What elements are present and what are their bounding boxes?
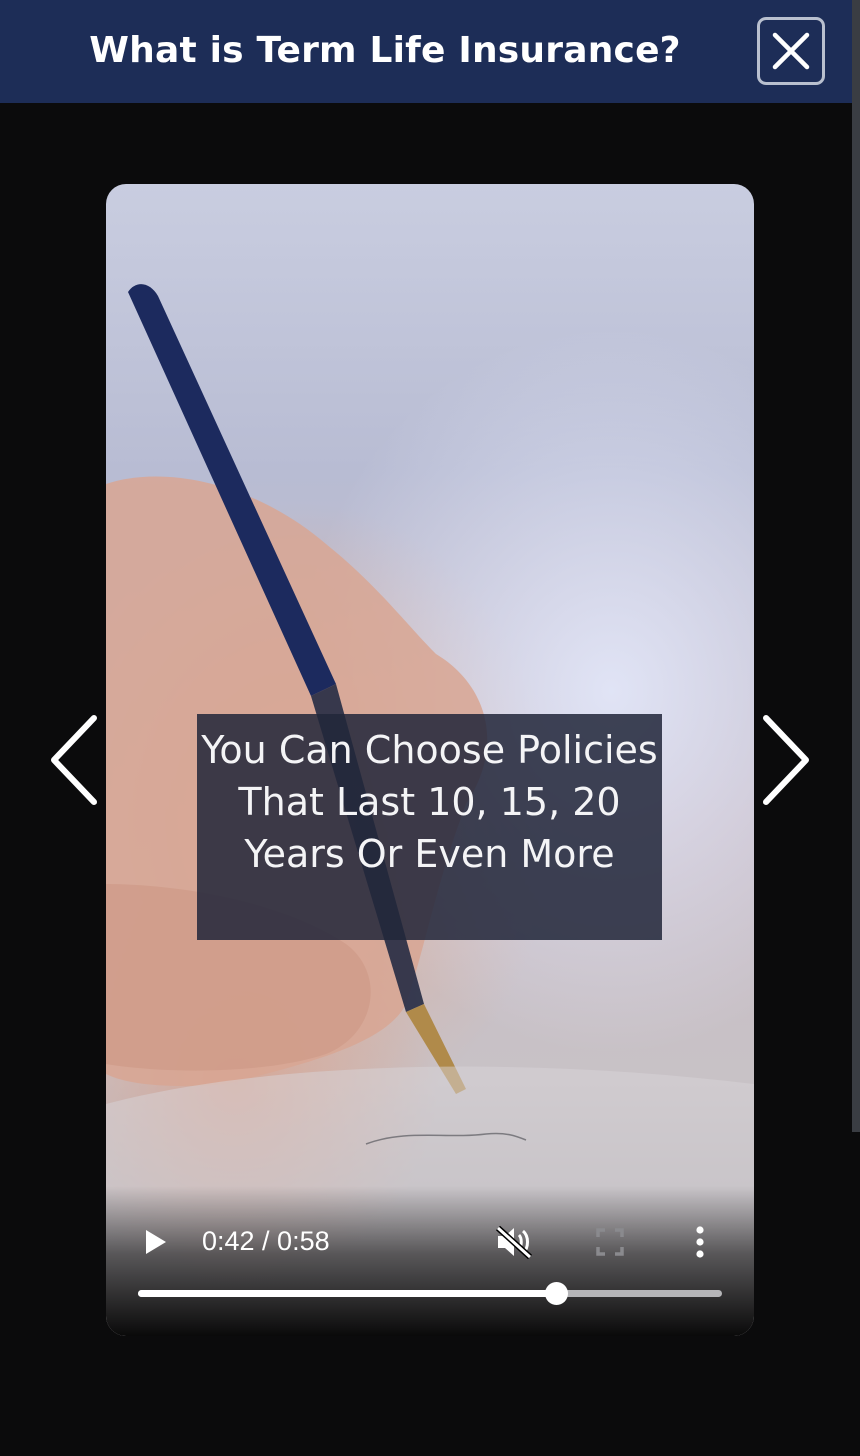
more-vert-icon xyxy=(696,1226,704,1258)
progress-thumb[interactable] xyxy=(545,1282,569,1305)
modal-header: What is Term Life Insurance? xyxy=(0,0,852,103)
more-options-button[interactable] xyxy=(694,1226,706,1258)
chevron-right-icon xyxy=(763,715,809,805)
page-scrollbar[interactable] xyxy=(852,0,860,1132)
modal-title: What is Term Life Insurance? xyxy=(89,30,681,71)
video-controls: 0:42 / 0:58 xyxy=(106,1186,754,1336)
play-button[interactable] xyxy=(142,1228,168,1256)
fullscreen-icon xyxy=(596,1228,624,1256)
volume-muted-icon xyxy=(495,1225,533,1260)
progress-bar[interactable] xyxy=(138,1282,722,1305)
play-icon xyxy=(146,1230,166,1254)
close-button[interactable] xyxy=(757,17,825,85)
previous-video-button[interactable] xyxy=(46,712,100,808)
video-player[interactable]: You Can Choose Policies That Last 10, 15… xyxy=(106,184,754,1336)
next-video-button[interactable] xyxy=(758,712,812,808)
fullscreen-button[interactable] xyxy=(596,1228,624,1256)
mute-button[interactable] xyxy=(494,1224,534,1260)
close-icon xyxy=(772,32,810,70)
video-caption: You Can Choose Policies That Last 10, 15… xyxy=(197,714,662,940)
progress-fill xyxy=(138,1290,557,1297)
time-display: 0:42 / 0:58 xyxy=(202,1226,330,1256)
chevron-left-icon xyxy=(51,715,97,805)
